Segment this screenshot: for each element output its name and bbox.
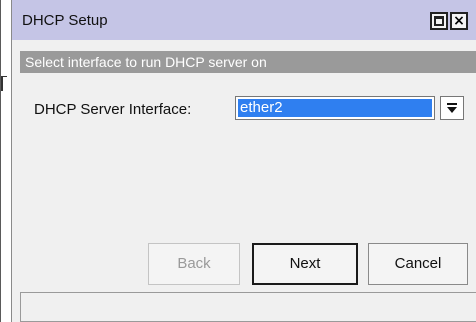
background-window-edge [1,0,11,322]
dialog-frame: DHCP Setup × Select interface to run DHC… [11,0,476,322]
title-bar[interactable]: DHCP Setup × [12,0,476,40]
cancel-button[interactable]: Cancel [368,243,468,285]
next-button[interactable]: Next [252,243,358,285]
dhcp-server-interface-label: DHCP Server Interface: [34,101,192,118]
status-bar [20,292,476,322]
maximize-icon[interactable] [430,12,448,30]
dropdown-arrow-icon[interactable] [440,96,464,120]
instruction-banner: Select interface to run DHCP server on [20,51,476,73]
dropdown-bar [447,103,457,105]
back-button[interactable]: Back [148,243,240,285]
instruction-text: Select interface to run DHCP server on [25,54,267,70]
selected-interface-value: ether2 [238,99,432,117]
window-title: DHCP Setup [22,12,108,29]
close-icon[interactable]: × [450,12,468,30]
dhcp-server-interface-select[interactable]: ether2 [235,96,435,120]
dropdown-triangle [447,107,457,113]
dhcp-setup-window: DHCP Setup × Select interface to run DHC… [0,0,476,322]
background-window-tick [1,76,7,91]
